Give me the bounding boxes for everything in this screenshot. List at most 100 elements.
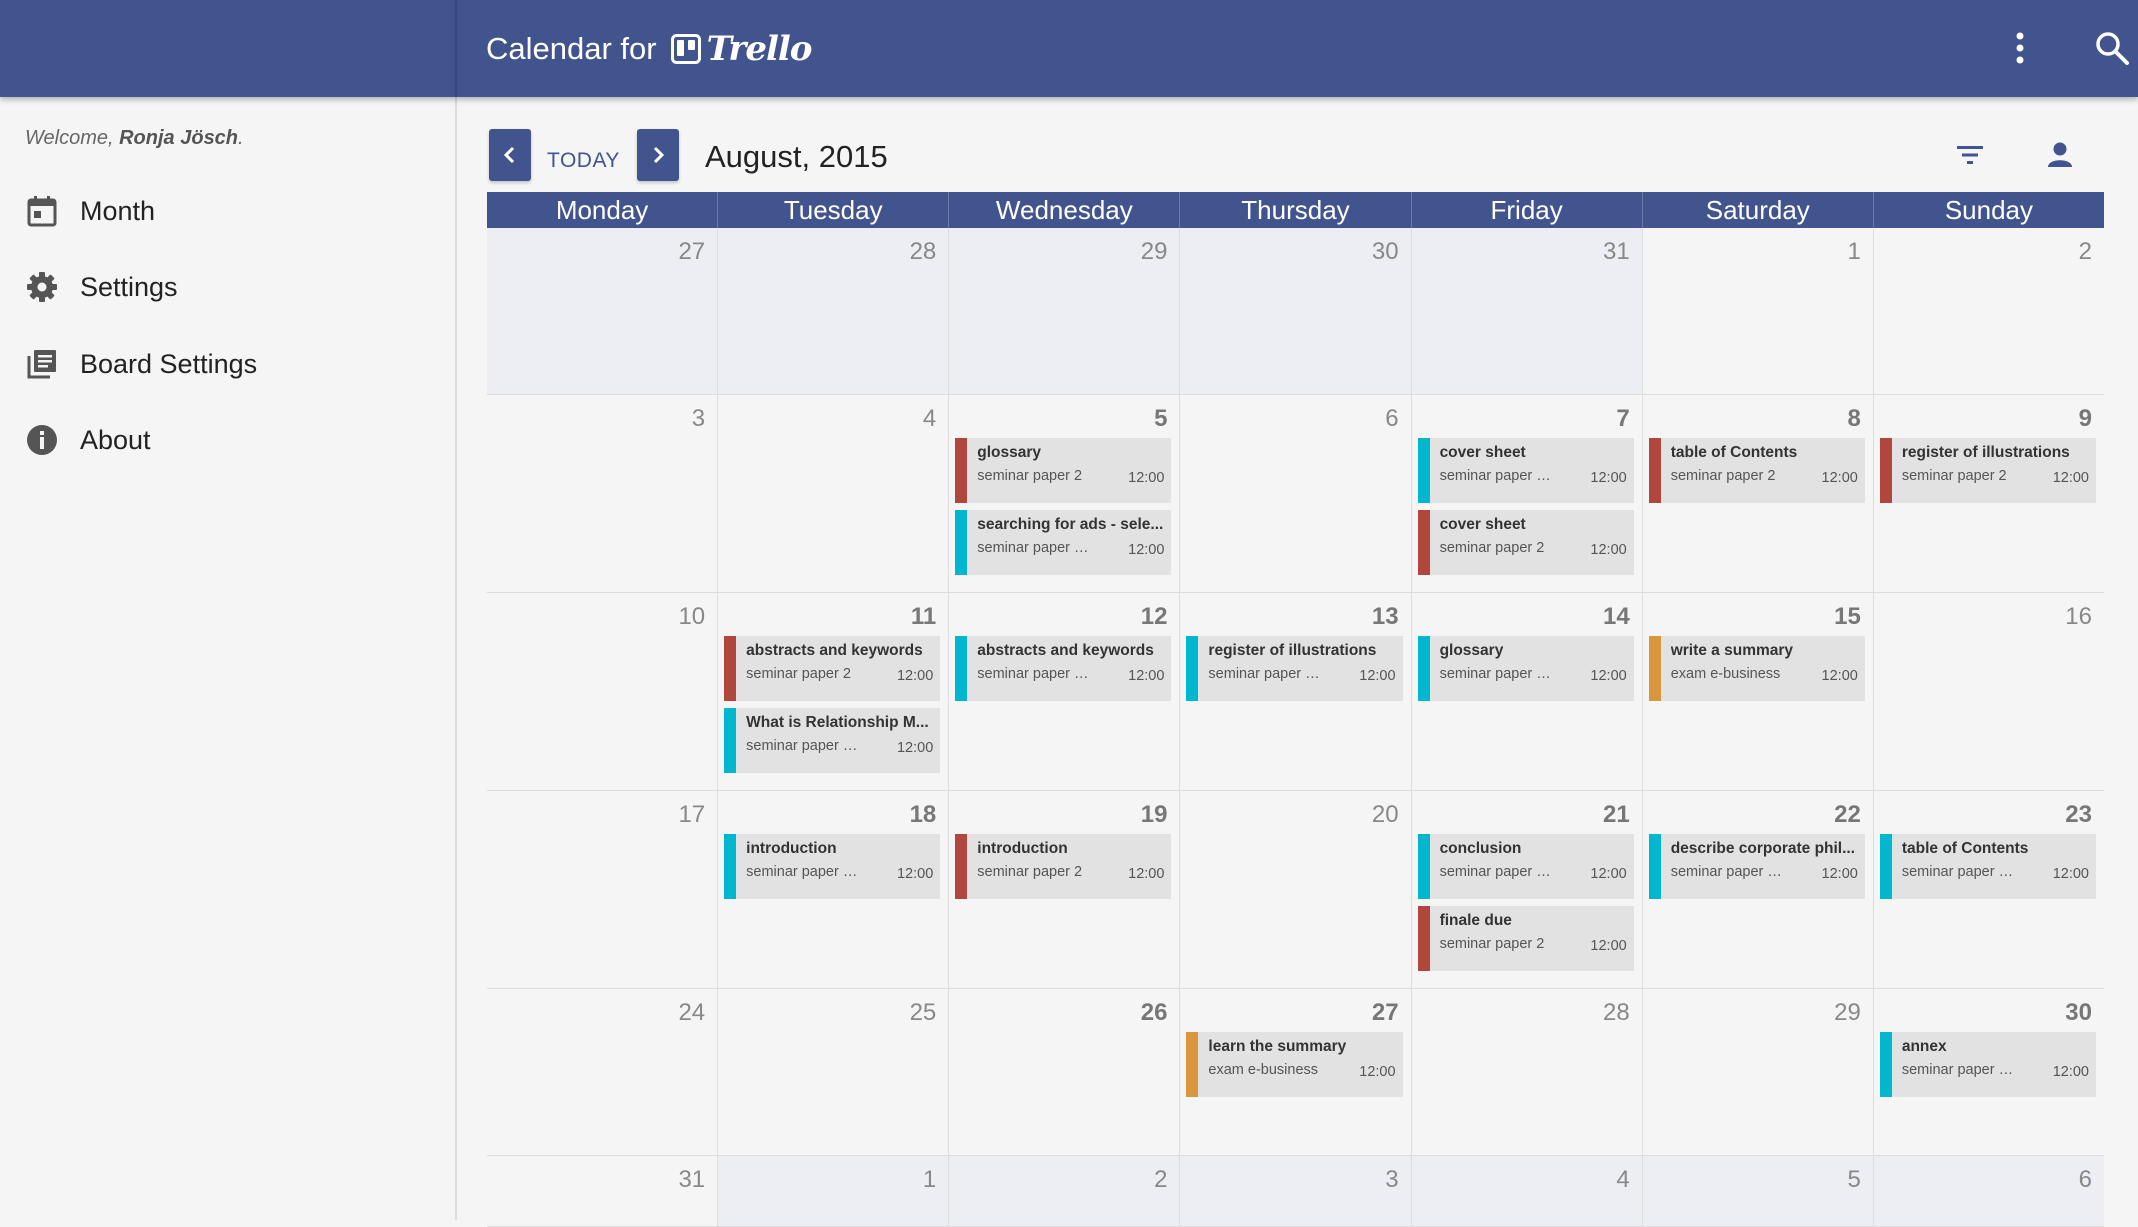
day-cell[interactable]: 15 write a summary exam e-business 12:00: [1642, 593, 1874, 790]
event-title: abstracts and keywords: [746, 642, 923, 659]
day-cell[interactable]: 18 introduction seminar paper - ... 12:00: [718, 791, 950, 988]
day-cell[interactable]: 27 learn the summary exam e-business 12:00: [1180, 989, 1412, 1155]
day-cell[interactable]: 1: [1642, 228, 1874, 394]
event-card[interactable]: glossary seminar paper - ... 12:00: [1417, 636, 1634, 701]
day-cell[interactable]: 21 conclusion seminar paper - ... 12:00 fina…: [1411, 791, 1643, 988]
event-card[interactable]: glossary seminar paper 2 12:00: [955, 438, 1172, 503]
event-card[interactable]: introduction seminar paper 2 12:00: [955, 834, 1172, 899]
day-cell[interactable]: 16: [1873, 593, 2104, 790]
event-card[interactable]: write a summary exam e-business 12:00: [1648, 636, 1865, 701]
day-cell[interactable]: 20: [1180, 791, 1412, 988]
account-button[interactable]: [2037, 132, 2083, 178]
event-time: 12:00: [1821, 866, 1858, 882]
day-cell[interactable]: 7 cover sheet seminar paper - ... 12:00 cove…: [1411, 395, 1643, 592]
event-card[interactable]: abstracts and keywords seminar paper 2 12:…: [724, 636, 941, 701]
day-number: 5: [1847, 1166, 1861, 1193]
day-number: 30: [1371, 238, 1399, 265]
sidebar-item-about[interactable]: About: [24, 418, 151, 462]
event-card[interactable]: table of Contents seminar paper 2 12:00: [1648, 438, 1865, 503]
day-cell[interactable]: 6: [1873, 1156, 2104, 1226]
day-cell[interactable]: 4: [1411, 1156, 1643, 1226]
event-card[interactable]: learn the summary exam e-business 12:00: [1186, 1032, 1403, 1097]
day-cell[interactable]: 5 glossary seminar paper 2 12:00 searching f…: [949, 395, 1181, 592]
day-cell[interactable]: 28: [1411, 989, 1643, 1155]
day-cell[interactable]: 5: [1642, 1156, 1874, 1226]
day-number: 27: [1371, 999, 1399, 1026]
day-cell[interactable]: 2: [949, 1156, 1181, 1226]
more-vert-icon: [2016, 32, 2024, 64]
weekday-header: Monday: [487, 192, 719, 228]
event-title: introduction: [746, 840, 837, 857]
event-card[interactable]: abstracts and keywords seminar paper - ..…: [955, 636, 1172, 701]
event-time: 12:00: [1128, 542, 1165, 558]
day-number: 14: [1603, 603, 1630, 630]
event-card[interactable]: describe corporate phil... seminar paper …: [1648, 834, 1865, 899]
day-cell[interactable]: 25: [718, 989, 950, 1155]
day-cell[interactable]: 26: [949, 989, 1181, 1155]
day-cell[interactable]: 27: [487, 228, 719, 394]
day-cell[interactable]: 3: [1180, 1156, 1412, 1226]
event-card[interactable]: cover sheet seminar paper 2 12:00: [1417, 510, 1634, 575]
day-cell[interactable]: 14 glossary seminar paper - ... 12:00: [1411, 593, 1643, 790]
user-name: Ronja Jösch: [119, 127, 239, 149]
event-card[interactable]: annex seminar paper - ... 12:00: [1879, 1032, 2096, 1097]
day-number: 28: [1603, 999, 1630, 1026]
day-cell[interactable]: 28: [718, 228, 950, 394]
event-card[interactable]: register of illustrations seminar paper 2…: [1879, 438, 2096, 503]
previous-month-button[interactable]: [489, 129, 531, 181]
sidebar-item-month[interactable]: Month: [24, 189, 155, 233]
event-title: write a summary: [1670, 642, 1794, 659]
today-button[interactable]: TODAY: [547, 149, 620, 173]
event-card[interactable]: cover sheet seminar paper - ... 12:00: [1417, 438, 1634, 503]
day-cell[interactable]: 10: [487, 593, 719, 790]
day-number: 1: [1847, 238, 1861, 265]
day-cell[interactable]: 22 describe corporate phil... seminar pape…: [1642, 791, 1874, 988]
day-cell[interactable]: 29: [1642, 989, 1874, 1155]
event-board: seminar paper - ...: [746, 738, 862, 754]
day-cell[interactable]: 2: [1873, 228, 2104, 394]
day-cell[interactable]: 19 introduction seminar paper 2 12:00: [949, 791, 1181, 988]
day-cell[interactable]: 3: [487, 395, 719, 592]
next-month-button[interactable]: [637, 129, 679, 181]
event-time: 12:00: [1359, 668, 1396, 684]
event-card[interactable]: conclusion seminar paper - ... 12:00: [1417, 834, 1634, 899]
event-card[interactable]: introduction seminar paper - ... 12:00: [724, 834, 941, 899]
calendar-icon: [24, 193, 60, 229]
day-cell[interactable]: 30 annex seminar paper - ... 12:00: [1873, 989, 2104, 1155]
day-cell[interactable]: 12 abstracts and keywords seminar paper - …: [949, 593, 1181, 790]
event-title: describe corporate phil...: [1670, 840, 1856, 857]
event-card[interactable]: finale due seminar paper 2 12:00: [1417, 906, 1634, 971]
day-cell[interactable]: 29: [949, 228, 1181, 394]
search-button[interactable]: [2086, 22, 2138, 74]
day-cell[interactable]: 24: [487, 989, 719, 1155]
day-cell[interactable]: 11 abstracts and keywords seminar paper 2 1…: [718, 593, 950, 790]
day-cell[interactable]: 17: [487, 791, 719, 988]
day-cell[interactable]: 1: [718, 1156, 950, 1226]
day-cell[interactable]: 31: [1411, 228, 1643, 394]
day-number: 18: [909, 801, 937, 828]
day-cell[interactable]: 23 table of Contents seminar paper - ... 12…: [1873, 791, 2104, 988]
sidebar-item-board-settings[interactable]: Board Settings: [24, 342, 257, 386]
day-cell[interactable]: 8 table of Contents seminar paper 2 12:00: [1642, 395, 1874, 592]
sidebar-item-settings[interactable]: Settings: [24, 265, 178, 309]
event-card[interactable]: What is Relationship M... seminar paper -…: [724, 708, 941, 773]
calendar-week-row: 31 1 2 3 4 5 6: [487, 1156, 2104, 1227]
day-cell[interactable]: 31: [487, 1156, 719, 1226]
event-board: seminar paper - ...: [1901, 1062, 2018, 1078]
event-card[interactable]: table of Contents seminar paper - ... 12:0…: [1879, 834, 2096, 899]
day-cell[interactable]: 4: [718, 395, 950, 592]
day-number: 23: [2065, 801, 2092, 828]
day-cell[interactable]: 6: [1180, 395, 1412, 592]
day-number: 12: [1140, 603, 1168, 630]
day-number: 21: [1603, 801, 1630, 828]
event-card[interactable]: searching for ads - sele... seminar paper…: [955, 510, 1172, 575]
event-time: 12:00: [2052, 1064, 2089, 1080]
filter-button[interactable]: [1947, 132, 1993, 178]
event-card[interactable]: register of illustrations seminar paper -…: [1186, 636, 1403, 701]
day-cell[interactable]: 9 register of illustrations seminar paper …: [1873, 395, 2104, 592]
event-list: describe corporate phil... seminar paper …: [1648, 834, 1865, 906]
more-options-button[interactable]: [1994, 22, 2046, 74]
day-cell[interactable]: 13 register of illustrations seminar paper…: [1180, 593, 1412, 790]
event-board: seminar paper - ...: [977, 666, 1093, 682]
day-cell[interactable]: 30: [1180, 228, 1412, 394]
